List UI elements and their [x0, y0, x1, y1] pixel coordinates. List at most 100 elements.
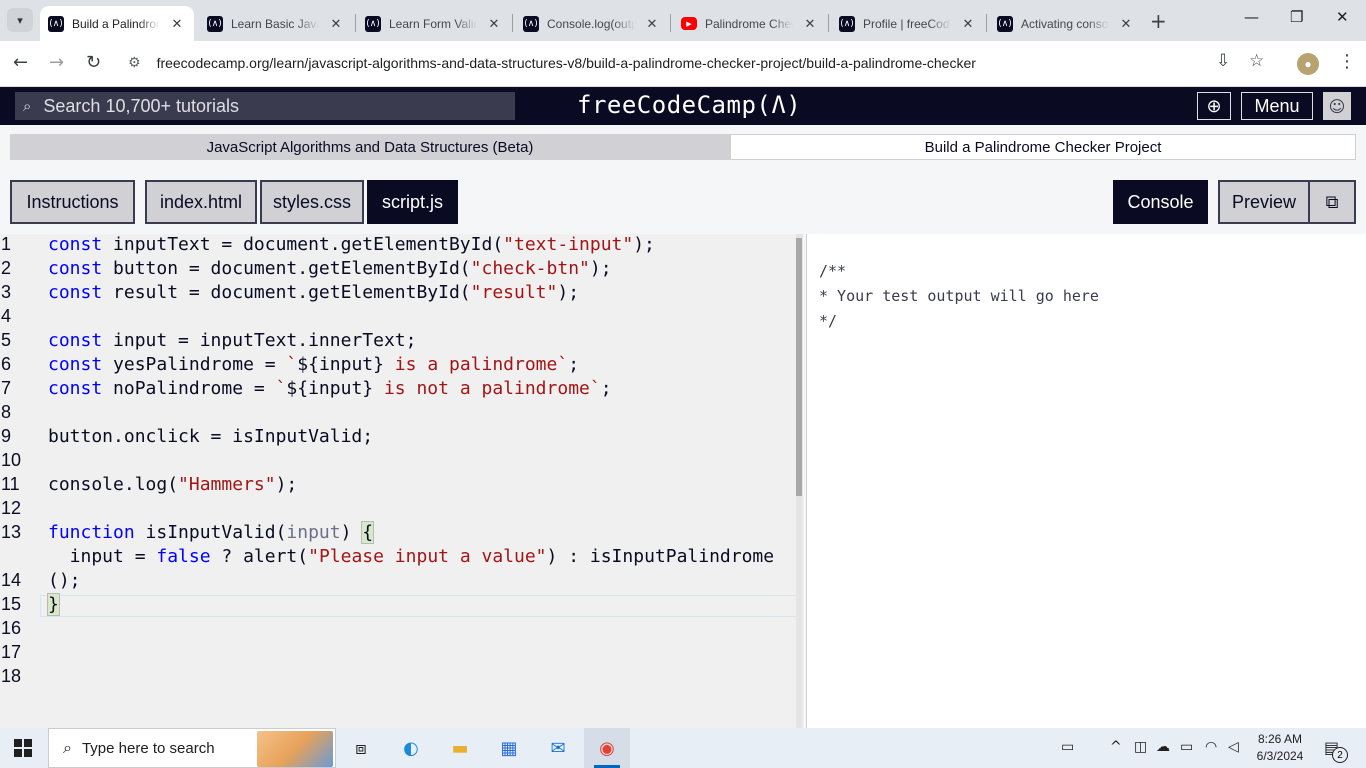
code-line[interactable]: const result = document.getElementById("…	[48, 282, 579, 303]
fcc-logo[interactable]: freeCodeCamp(Ʌ)	[577, 91, 801, 119]
browser-tab[interactable]: (∧) Learn Basic JavaScript ✕	[199, 6, 351, 41]
system-clock[interactable]: 8:26 AM 6/3/2024	[1250, 731, 1310, 765]
url-text[interactable]: freecodecamp.org/learn/javascript-algori…	[157, 55, 976, 71]
code-line[interactable]: console.log("Hammers");	[48, 474, 297, 495]
close-icon[interactable]: ✕	[170, 16, 184, 32]
new-tab-plus-icon[interactable]: +	[1150, 9, 1167, 33]
keyboard-layout-icon[interactable]: ▭	[1061, 739, 1074, 755]
profile-avatar-icon[interactable]: ●	[1297, 53, 1319, 75]
bookmark-star-icon[interactable]: ☆	[1249, 51, 1264, 71]
close-icon[interactable]: ✕	[329, 16, 343, 32]
browser-tab[interactable]: (∧) Console.log(output) ✕	[515, 6, 667, 41]
tab-instructions[interactable]: Instructions	[10, 180, 135, 224]
close-icon[interactable]: ✕	[1119, 16, 1133, 32]
browser-tab-strip: ▾ (∧) Build a Palindrome Checker Project…	[0, 0, 1366, 41]
battery-icon[interactable]: ▭	[1180, 739, 1193, 755]
tab-title: Console.log(output)	[547, 16, 635, 31]
code-line[interactable]: const yesPalindrome = `${input} is a pal…	[48, 354, 579, 375]
tab-title: Palindrome Checker	[705, 16, 793, 31]
browser-tab[interactable]: (∧) Learn Form Validation ✕	[357, 6, 509, 41]
breadcrumb-project[interactable]: Build a Palindrome Checker Project	[730, 134, 1356, 160]
browser-tab-active[interactable]: (∧) Build a Palindrome Checker Project ✕	[40, 6, 194, 41]
line-number: 18	[1, 666, 22, 686]
search-input[interactable]: ⌕ Search 10,700+ tutorials	[15, 92, 515, 120]
current-line-highlight	[40, 595, 800, 617]
tab-title: Build a Palindrome Checker Project	[72, 16, 160, 31]
minimize-icon[interactable]: —	[1244, 8, 1259, 26]
windows-taskbar: ⌕ Type here to search ⧈ ◐ ▬ ▦ ✉ ◉ ▭ ^ ◫ …	[0, 728, 1366, 768]
window-close-icon[interactable]: ✕	[1336, 8, 1349, 26]
youtube-icon: ▶	[681, 17, 697, 30]
search-highlight-image[interactable]	[257, 731, 333, 767]
code-line[interactable]: ();	[48, 570, 81, 591]
show-hidden-icons-chevron-icon[interactable]: ^	[1110, 739, 1122, 755]
code-line[interactable]: const inputText = document.getElementByI…	[48, 234, 655, 255]
reload-icon[interactable]: ↻	[86, 52, 101, 73]
browser-tab[interactable]: (∧) Profile | freeCodeCamp ✕	[831, 6, 983, 41]
line-number: 4	[1, 306, 12, 326]
fcc-icon: (∧)	[839, 15, 855, 32]
tab-styles-css[interactable]: styles.css	[260, 180, 364, 224]
preview-button[interactable]: Preview	[1218, 180, 1310, 224]
more-options-icon[interactable]: ⋮	[1338, 51, 1356, 72]
code-line[interactable]: }	[47, 593, 60, 616]
line-number: 6	[1, 354, 12, 374]
browser-toolbar: ← → ↻ ⚙ freecodecamp.org/learn/javascrip…	[0, 41, 1366, 87]
volume-icon[interactable]: ◁	[1228, 739, 1239, 755]
back-arrow-icon[interactable]: ←	[13, 52, 28, 73]
site-info-icon[interactable]: ⚙	[128, 55, 141, 71]
windows-start-icon[interactable]	[14, 739, 32, 757]
address-bar[interactable]: ⚙ freecodecamp.org/learn/javascript-algo…	[118, 47, 1280, 79]
code-editor[interactable]: 1 2 3 4 5 6 7 8 9 10 11 12 13 14 15 16 17 18 const inputT…	[0, 234, 803, 728]
line-number: 2	[1, 258, 12, 278]
code-line[interactable]: input = false ? alert("Please input a va…	[48, 546, 774, 567]
editor-scrollbar-thumb[interactable]	[796, 238, 802, 496]
popout-window-icon[interactable]: ⧉	[1310, 180, 1356, 224]
code-line[interactable]: const button = document.getElementById("…	[48, 258, 612, 279]
meet-now-icon[interactable]: ◫	[1134, 739, 1147, 755]
wifi-icon[interactable]: ◠	[1205, 739, 1217, 755]
tab-divider	[986, 14, 987, 32]
tab-divider	[355, 14, 356, 32]
mail-icon[interactable]: ✉	[544, 734, 572, 762]
line-number: 15	[1, 594, 22, 614]
code-line[interactable]: function isInputValid(input) {	[48, 521, 375, 544]
forward-arrow-icon[interactable]: →	[49, 52, 64, 73]
close-icon[interactable]: ✕	[645, 16, 659, 32]
close-icon[interactable]: ✕	[487, 16, 501, 32]
weather-cloud-icon[interactable]: ☁	[1156, 739, 1170, 755]
task-view-icon[interactable]: ⧈	[347, 734, 375, 762]
tab-divider	[512, 14, 513, 32]
line-number: 13	[1, 522, 22, 542]
browser-tab[interactable]: (∧) Activating console ✕	[989, 6, 1141, 41]
edge-browser-icon[interactable]: ◐	[397, 734, 425, 762]
user-avatar[interactable]: ☺	[1323, 92, 1351, 120]
search-placeholder: Search 10,700+ tutorials	[43, 95, 240, 116]
taskbar-search-input[interactable]: ⌕ Type here to search	[48, 728, 336, 768]
taskbar-search-placeholder: Type here to search	[81, 739, 215, 757]
console-pane: /** * Your test output will go here */	[806, 234, 1366, 728]
code-line[interactable]: const input = inputText.innerText;	[48, 330, 416, 351]
restore-icon[interactable]: ❐	[1290, 8, 1303, 26]
close-icon[interactable]: ✕	[803, 16, 817, 32]
line-number: 14	[1, 570, 22, 590]
globe-icon[interactable]: ⊕	[1197, 92, 1231, 120]
file-explorer-icon[interactable]: ▬	[446, 734, 474, 762]
microsoft-store-icon[interactable]: ▦	[495, 734, 523, 762]
breadcrumb-course[interactable]: JavaScript Algorithms and Data Structure…	[10, 134, 742, 160]
code-line[interactable]: button.onclick = isInputValid;	[48, 426, 373, 447]
code-line[interactable]: const noPalindrome = `${input} is not a …	[48, 378, 612, 399]
menu-button[interactable]: Menu	[1241, 92, 1313, 120]
close-icon[interactable]: ✕	[961, 16, 975, 32]
clock-time: 8:26 AM	[1257, 732, 1303, 746]
tab-script-js[interactable]: script.js	[367, 180, 458, 224]
tab-index-html[interactable]: index.html	[145, 180, 257, 224]
tab-title: Learn Basic JavaScript	[231, 16, 319, 31]
line-number: 12	[1, 498, 22, 518]
browser-tab[interactable]: ▶ Palindrome Checker ✕	[673, 6, 825, 41]
tab-search-chevron-icon[interactable]: ▾	[7, 8, 33, 32]
chrome-icon[interactable]: ◉	[593, 734, 621, 762]
console-button[interactable]: Console	[1113, 180, 1208, 224]
install-app-icon[interactable]: ⇩	[1216, 51, 1230, 71]
notification-count-badge: 2	[1332, 747, 1348, 763]
